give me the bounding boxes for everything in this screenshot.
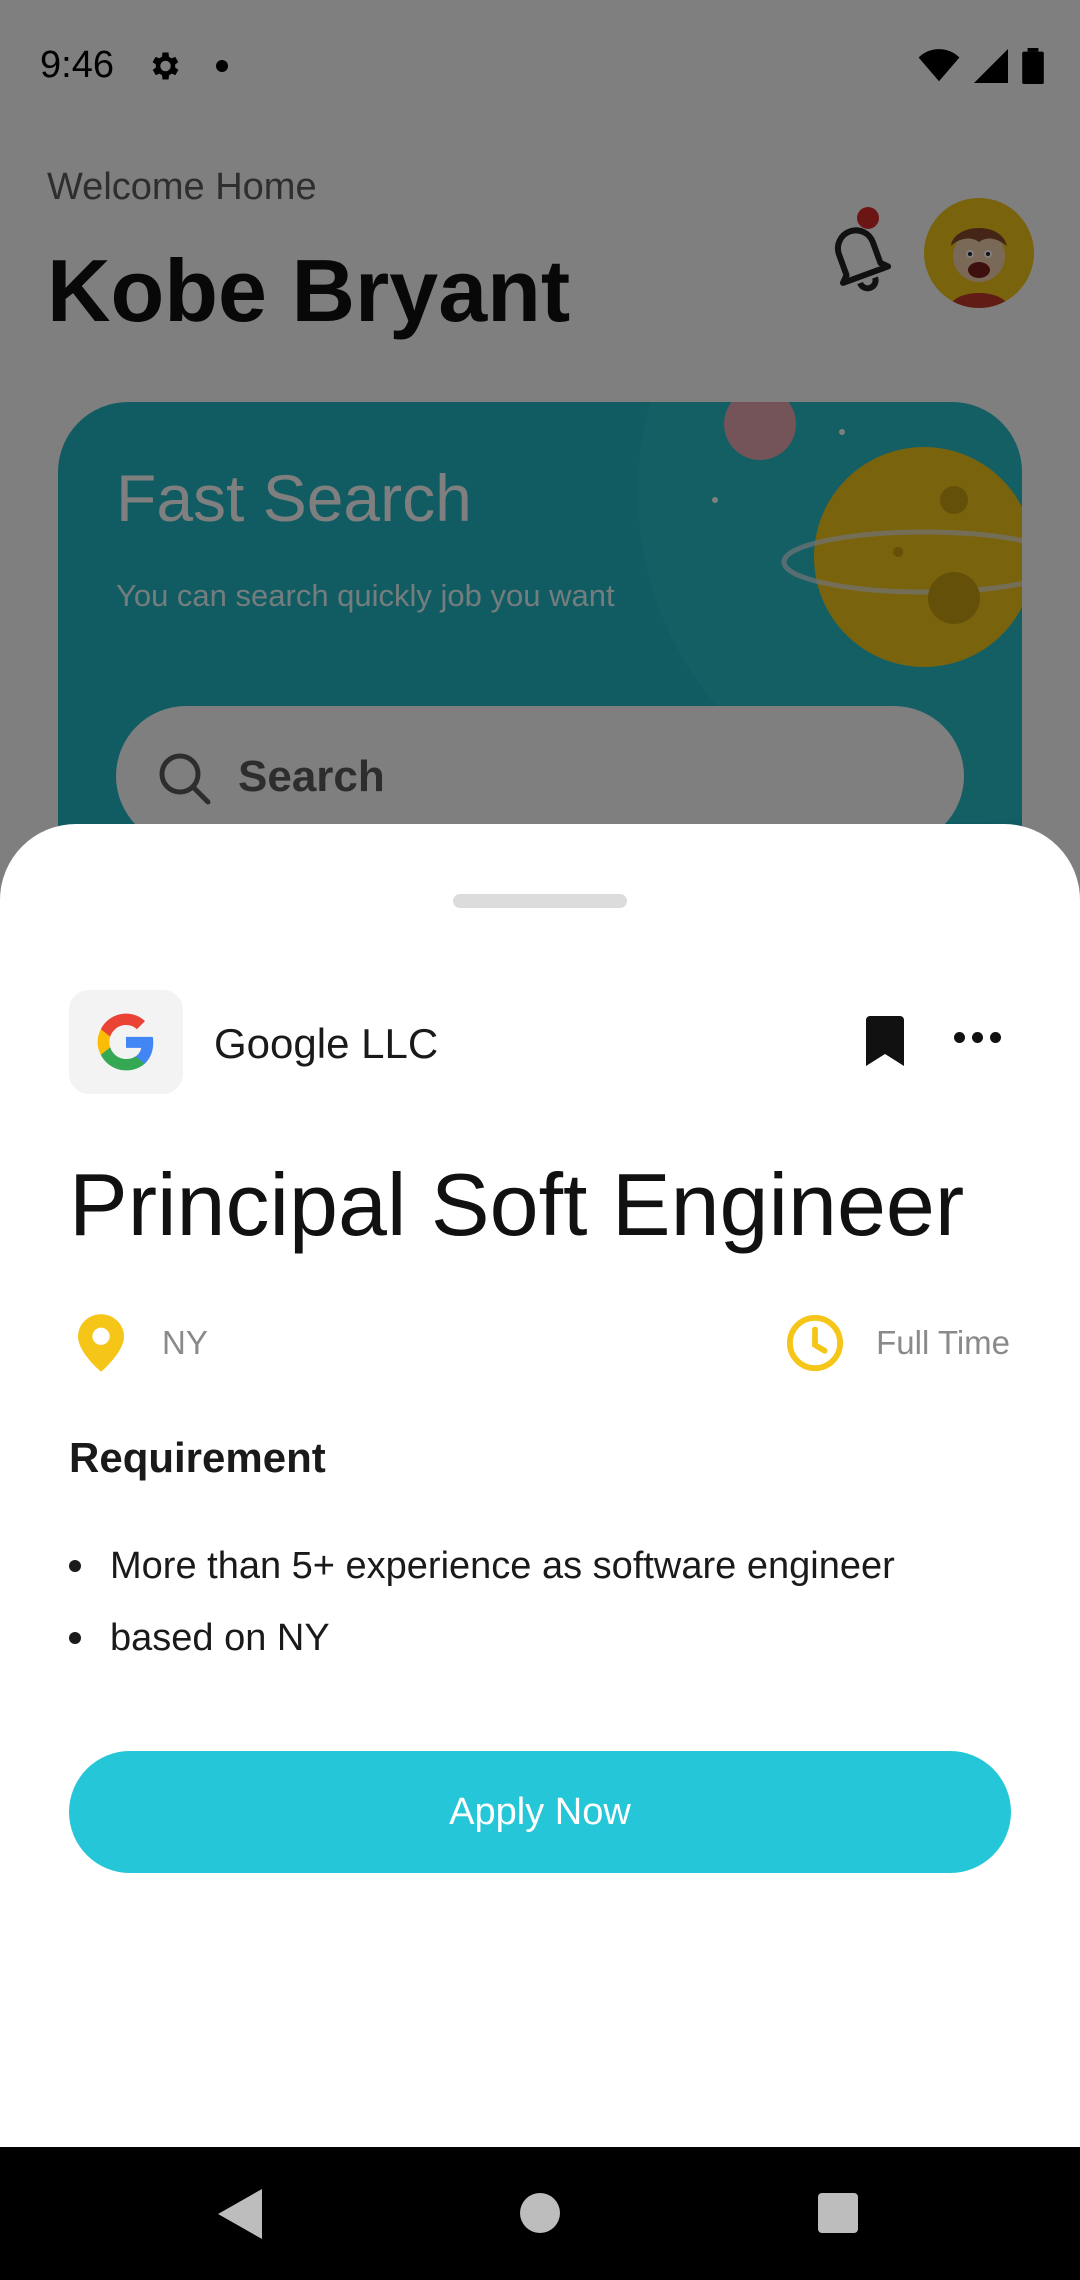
requirement-list: More than 5+ experience as software engi… [69, 1544, 895, 1688]
list-item: More than 5+ experience as software engi… [69, 1544, 895, 1616]
job-detail-sheet: Google LLC Principal Soft Engineer NY Fu… [0, 824, 1080, 2147]
back-icon[interactable] [218, 2189, 262, 2244]
navigation-bar [0, 2147, 1080, 2280]
apply-now-button[interactable]: Apply Now [69, 1751, 1011, 1873]
location-pin-icon [78, 1314, 124, 1377]
company-logo [69, 990, 183, 1094]
google-logo-icon [97, 1013, 154, 1071]
recent-apps-icon[interactable] [818, 2193, 858, 2233]
job-location: NY [162, 1324, 208, 1361]
list-item: based on NY [69, 1616, 895, 1688]
clock-icon [786, 1314, 844, 1377]
requirement-heading: Requirement [69, 1434, 326, 1481]
bookmark-icon[interactable] [864, 1016, 906, 1071]
home-icon[interactable] [520, 2193, 560, 2233]
company-name: Google LLC [214, 1020, 439, 1067]
drag-handle[interactable] [453, 894, 627, 908]
more-options-icon[interactable] [954, 1032, 1001, 1043]
job-title: Principal Soft Engineer [69, 1155, 965, 1254]
job-type: Full Time [876, 1324, 1010, 1361]
